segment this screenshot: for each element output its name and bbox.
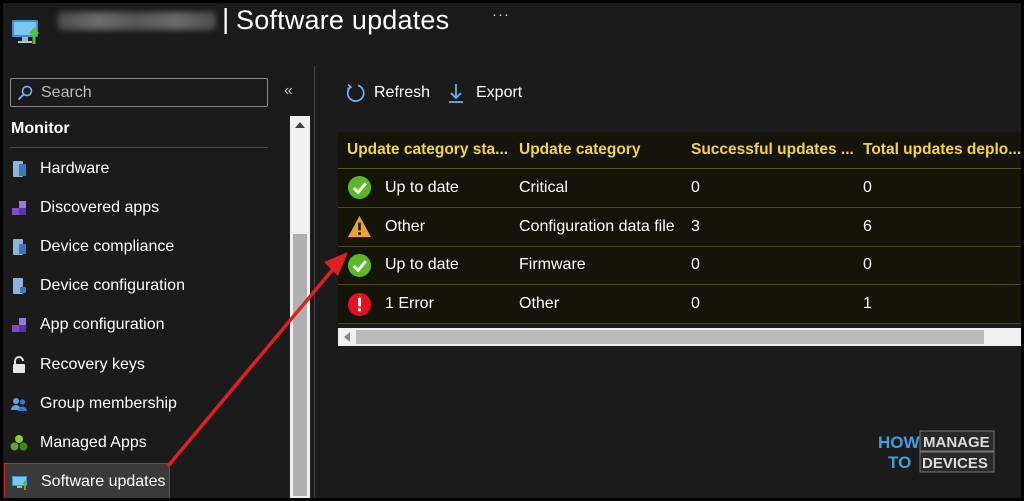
refresh-icon xyxy=(346,83,365,102)
scrollbar-thumb[interactable] xyxy=(293,234,307,496)
sidebar-item-label: Discovered apps xyxy=(40,198,160,216)
table-row[interactable]: 1 Error Other 0 1 xyxy=(338,285,1022,325)
discovered-apps-icon xyxy=(12,200,26,215)
sidebar-item-label: Software updates xyxy=(41,473,166,491)
column-header-update-category-status[interactable]: Update category sta... xyxy=(338,141,509,159)
refresh-label: Refresh xyxy=(374,84,431,101)
category-cell: Critical xyxy=(519,178,568,196)
sidebar-item-label: Managed Apps xyxy=(40,433,147,451)
search-box[interactable] xyxy=(10,78,268,107)
check-icon xyxy=(347,253,372,278)
status-text: Other xyxy=(385,217,426,235)
sidebar-item-label: Device configuration xyxy=(40,277,185,295)
logo-text-manage: MANAGE xyxy=(923,434,990,451)
total-cell: 0 xyxy=(863,178,872,196)
total-cell: 6 xyxy=(863,217,872,235)
sidebar-item-group-membership[interactable]: Group membership xyxy=(0,384,290,423)
group-icon xyxy=(11,397,27,411)
sidebar-item-recovery-keys[interactable]: Recovery keys xyxy=(0,345,290,384)
scroll-left-arrow-icon[interactable] xyxy=(344,332,350,342)
section-divider xyxy=(10,147,268,148)
sidebar-item-app-configuration[interactable]: App configuration xyxy=(0,306,290,345)
sidebar-item-label: Device compliance xyxy=(40,237,175,255)
table-row[interactable]: Other Configuration data file 3 6 xyxy=(338,207,1022,247)
status-cell: Other xyxy=(338,214,509,239)
total-cell: 0 xyxy=(863,256,872,274)
export-button[interactable]: Export xyxy=(446,80,522,106)
more-options-button[interactable]: ··· xyxy=(492,6,510,23)
sidebar-item-label: Group membership xyxy=(40,394,177,412)
status-cell: 1 Error xyxy=(338,292,509,317)
status-text: 1 Error xyxy=(385,295,434,313)
logo-text-to: TO xyxy=(888,453,911,472)
software-updates-table: Update category sta... Update category S… xyxy=(338,132,1022,325)
category-cell: Other xyxy=(519,295,560,313)
successful-cell: 0 xyxy=(691,178,700,196)
check-icon xyxy=(347,176,372,200)
sidebar-scrollbar[interactable] xyxy=(290,116,310,501)
collapse-sidebar-button[interactable]: « xyxy=(284,82,293,100)
software-updates-app-icon xyxy=(12,20,40,44)
device-compliance-icon xyxy=(13,238,26,255)
table-row[interactable]: Up to date Firmware 0 0 xyxy=(338,246,1022,286)
download-icon xyxy=(449,84,463,103)
page-title: Software updates xyxy=(236,5,450,35)
search-icon xyxy=(17,85,33,100)
status-text: Up to date xyxy=(385,178,459,196)
sidebar-item-label: Recovery keys xyxy=(40,355,145,373)
device-configuration-icon xyxy=(13,278,26,295)
sidebar-item-software-updates[interactable]: Software updates xyxy=(4,462,170,501)
successful-cell: 0 xyxy=(691,256,700,274)
status-text: Up to date xyxy=(385,256,459,274)
sidebar-item-label: Hardware xyxy=(40,159,110,177)
title-separator: | xyxy=(222,3,230,34)
column-header-total-updates[interactable]: Total updates deplo... xyxy=(853,141,1022,159)
sidebar-item-managed-apps[interactable]: Managed Apps xyxy=(0,423,290,462)
column-header-successful-updates[interactable]: Successful updates ... xyxy=(681,141,853,159)
successful-cell: 0 xyxy=(691,295,700,313)
app-configuration-icon xyxy=(12,318,26,333)
logo-text-devices: DEVICES xyxy=(922,455,988,472)
sidebar-nav: Hardware Discovered apps Device complian… xyxy=(0,149,290,501)
table-horizontal-scrollbar[interactable] xyxy=(338,328,1022,346)
tenant-name-blurred xyxy=(58,12,216,30)
table-header-row: Update category sta... Update category S… xyxy=(338,132,1022,169)
sidebar-item-device-compliance[interactable]: Device compliance xyxy=(0,227,290,266)
scroll-up-arrow-icon[interactable] xyxy=(295,122,305,128)
howtomanagedevices-logo: HOW TO MANAGE DEVICES xyxy=(878,430,995,473)
content-divider xyxy=(314,66,315,501)
lock-icon xyxy=(13,355,25,373)
column-header-update-category[interactable]: Update category xyxy=(509,141,681,159)
status-cell: Up to date xyxy=(338,175,509,200)
section-heading-monitor: Monitor xyxy=(11,120,70,137)
category-cell: Configuration data file xyxy=(519,217,675,235)
software-updates-icon xyxy=(12,476,28,491)
category-cell: Firmware xyxy=(519,256,586,274)
warning-icon xyxy=(347,216,372,238)
search-input[interactable] xyxy=(41,83,261,102)
sidebar: « Monitor Hardware Discovered apps Devic… xyxy=(0,66,314,501)
total-cell: 1 xyxy=(863,295,872,313)
table-row[interactable]: Up to date Critical 0 0 xyxy=(338,169,1022,208)
refresh-button[interactable]: Refresh xyxy=(344,80,430,106)
sidebar-item-device-configuration[interactable]: Device configuration xyxy=(0,267,290,306)
sidebar-item-discovered-apps[interactable]: Discovered apps xyxy=(0,188,290,227)
sidebar-item-label: App configuration xyxy=(40,316,165,334)
logo-text-how: HOW xyxy=(878,433,921,452)
sidebar-item-hardware[interactable]: Hardware xyxy=(0,149,290,188)
error-icon xyxy=(347,292,372,316)
page-header: | Software updates ··· xyxy=(0,0,1024,56)
export-label: Export xyxy=(476,84,523,101)
hardware-icon xyxy=(13,160,26,177)
successful-cell: 3 xyxy=(691,217,700,235)
status-cell: Up to date xyxy=(338,253,509,278)
horizontal-scrollbar-thumb[interactable] xyxy=(356,330,984,344)
managed-apps-icon xyxy=(10,434,28,451)
